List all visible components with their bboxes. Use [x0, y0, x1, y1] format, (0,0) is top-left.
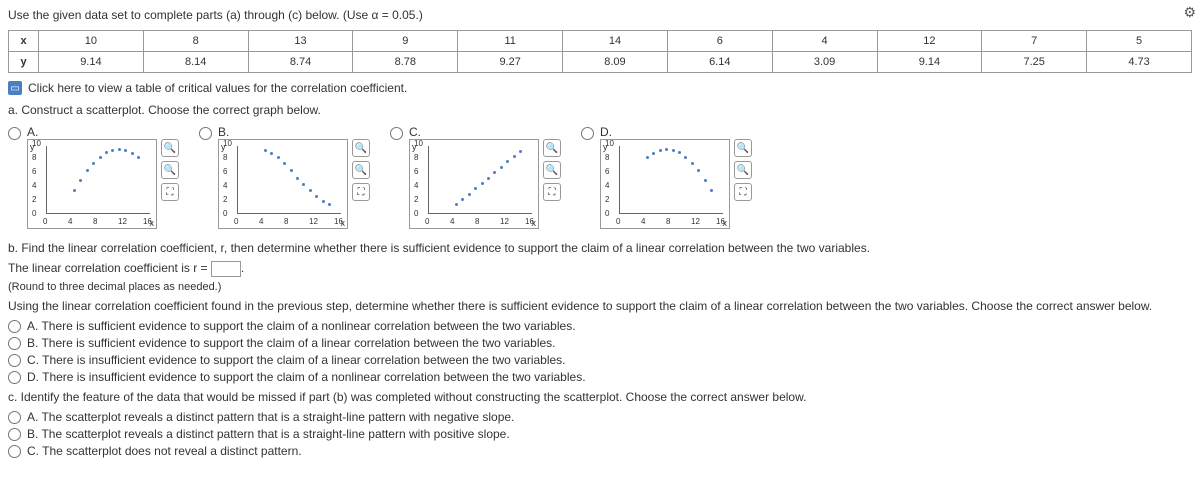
radio-b-c[interactable] — [8, 354, 21, 367]
answer-line: The linear correlation coefficient is r … — [8, 261, 1192, 277]
expand-icon[interactable]: ⛶ — [161, 183, 179, 201]
option-text: D. There is insufficient evidence to sup… — [27, 370, 586, 384]
choice-label: D. — [600, 125, 752, 139]
chart-c: yx02468100481216 — [409, 139, 539, 229]
choice-b[interactable]: B. yx02468100481216 🔍 🔍 ⛶ — [199, 125, 370, 229]
radio-d[interactable] — [581, 127, 594, 140]
radio-c-c[interactable] — [8, 445, 21, 458]
expand-icon[interactable]: ⛶ — [352, 183, 370, 201]
chart-d: yx02468100481216 — [600, 139, 730, 229]
choice-a[interactable]: A. yx02468100481216 🔍 🔍 ⛶ — [8, 125, 179, 229]
radio-c-b[interactable] — [8, 428, 21, 441]
rounding-note: (Round to three decimal places as needed… — [8, 281, 1192, 293]
option-text: C. There is insufficient evidence to sup… — [27, 353, 566, 367]
choice-label: B. — [218, 125, 370, 139]
zoom-in-icon[interactable]: 🔍 — [161, 139, 179, 157]
expand-icon[interactable]: ⛶ — [734, 183, 752, 201]
chart-a: yx02468100481216 — [27, 139, 157, 229]
zoom-in-icon[interactable]: 🔍 — [543, 139, 561, 157]
radio-c[interactable] — [390, 127, 403, 140]
choice-label: C. — [409, 125, 561, 139]
document-icon: ▭ — [8, 81, 22, 95]
zoom-out-icon[interactable]: 🔍 — [543, 161, 561, 179]
part-a-prompt: a. Construct a scatterplot. Choose the c… — [8, 103, 1192, 117]
scatterplot-choices: A. yx02468100481216 🔍 🔍 ⛶ B. yx024681004… — [8, 125, 1192, 229]
zoom-out-icon[interactable]: 🔍 — [734, 161, 752, 179]
choice-label: A. — [27, 125, 179, 139]
radio-b-a[interactable] — [8, 320, 21, 333]
zoom-in-icon[interactable]: 🔍 — [352, 139, 370, 157]
choice-d[interactable]: D. yx02468100481216 🔍 🔍 ⛶ — [581, 125, 752, 229]
instruction-text: Use the given data set to complete parts… — [8, 8, 1192, 22]
radio-b-d[interactable] — [8, 371, 21, 384]
radio-c-a[interactable] — [8, 411, 21, 424]
zoom-out-icon[interactable]: 🔍 — [161, 161, 179, 179]
zoom-out-icon[interactable]: 🔍 — [352, 161, 370, 179]
table-row: x 10 8 13 9 11 14 6 4 12 7 5 — [9, 31, 1192, 52]
part-c-options: A. The scatterplot reveals a distinct pa… — [8, 410, 1192, 458]
row-label: x — [9, 31, 39, 52]
row-label: y — [9, 52, 39, 73]
table-row: y 9.14 8.14 8.74 8.78 9.27 8.09 6.14 3.0… — [9, 52, 1192, 73]
settings-icon[interactable]: ⚙ — [1183, 4, 1196, 21]
option-text: A. There is sufficient evidence to suppo… — [27, 319, 576, 333]
zoom-in-icon[interactable]: 🔍 — [734, 139, 752, 157]
link-text: Click here to view a table of critical v… — [28, 81, 407, 95]
part-b-prompt: b. Find the linear correlation coefficie… — [8, 241, 1192, 255]
critical-values-link[interactable]: ▭ Click here to view a table of critical… — [8, 81, 1192, 95]
part-b-options: A. There is sufficient evidence to suppo… — [8, 319, 1192, 384]
radio-a[interactable] — [8, 127, 21, 140]
part-c-prompt: c. Identify the feature of the data that… — [8, 390, 1192, 404]
answer-input[interactable] — [211, 261, 241, 277]
part-b-subprompt: Using the linear correlation coefficient… — [8, 299, 1192, 313]
option-text: A. The scatterplot reveals a distinct pa… — [27, 410, 514, 424]
choice-c[interactable]: C. yx02468100481216 🔍 🔍 ⛶ — [390, 125, 561, 229]
data-table: x 10 8 13 9 11 14 6 4 12 7 5 y 9.14 8.14… — [8, 30, 1192, 73]
chart-b: yx02468100481216 — [218, 139, 348, 229]
radio-b-b[interactable] — [8, 337, 21, 350]
option-text: B. The scatterplot reveals a distinct pa… — [27, 427, 510, 441]
radio-b[interactable] — [199, 127, 212, 140]
expand-icon[interactable]: ⛶ — [543, 183, 561, 201]
option-text: C. The scatterplot does not reveal a dis… — [27, 444, 302, 458]
option-text: B. There is sufficient evidence to suppo… — [27, 336, 556, 350]
